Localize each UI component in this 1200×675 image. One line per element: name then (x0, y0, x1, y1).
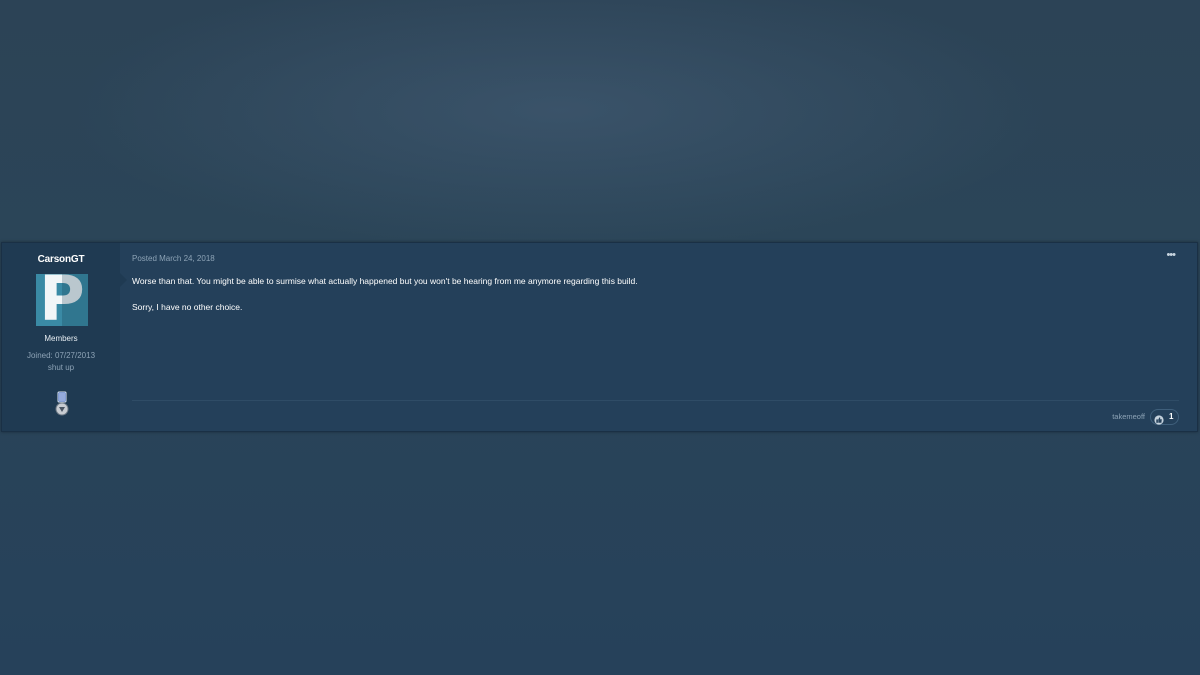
avatar[interactable]: P (36, 274, 88, 326)
author-name[interactable]: CarsonGT (2, 254, 120, 265)
post-menu-button[interactable]: ••• (1166, 249, 1176, 261)
post-divider (132, 400, 1179, 401)
member-tagline: shut up (47, 363, 75, 372)
forum-post: CarsonGT P Members Joined: 07/27/2013 sh… (1, 242, 1198, 432)
post-paragraph: Worse than that. You might be able to su… (132, 276, 638, 286)
reaction-button[interactable]: 1 (1150, 409, 1179, 425)
avatar-shade (62, 274, 88, 326)
post-date[interactable]: Posted March 24, 2018 (132, 254, 215, 263)
post-paragraph: Sorry, I have no other choice. (132, 302, 243, 312)
like-reaction-icon (1154, 412, 1164, 425)
joined-date: Joined: 07/27/2013 (26, 351, 96, 360)
reaction-user-link[interactable]: takemeoff (1112, 412, 1145, 421)
reaction-count: 1 (1169, 412, 1174, 421)
member-group: Members (44, 334, 78, 343)
post-body: Posted March 24, 2018 ••• Worse than tha… (132, 243, 1197, 431)
author-panel: CarsonGT P Members Joined: 07/27/2013 sh… (2, 243, 127, 431)
rank-badge-icon (55, 391, 69, 419)
